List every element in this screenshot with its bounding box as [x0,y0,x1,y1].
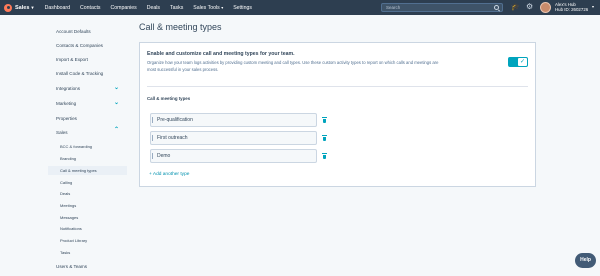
sidebar-subitem-messages[interactable]: Messages [60,215,78,220]
sidebar-subitem-call-meeting-types[interactable]: Call & meeting types [60,168,97,173]
chevron-down-icon: ▾ [31,4,34,10]
type-field-pre-qualification[interactable]: Pre-qualification [150,113,317,127]
search-icon[interactable] [494,5,499,10]
sidebar-subitem-bcc-forwarding[interactable]: BCC & forwarding [60,144,92,149]
sidebar-subitem-product-library[interactable]: Product Library [60,238,87,243]
sidebar-subitem-deals[interactable]: Deals [60,191,70,196]
help-button[interactable]: Help [575,253,596,268]
trash-icon[interactable] [322,153,327,159]
enable-toggle[interactable]: ✓ [508,57,528,67]
nav-contacts[interactable]: Contacts [75,5,105,11]
sidebar-subitem-notifications[interactable]: Notifications [60,226,82,231]
chevron-down-icon[interactable]: ⌄ [114,84,119,91]
sidebar-subitem-tasks[interactable]: Tasks [60,250,70,255]
sidebar-item-properties[interactable]: Properties [56,116,77,121]
sidebar-item-marketing[interactable]: Marketing [56,101,76,106]
page-title: Call & meeting types [139,22,222,32]
sales-hub-menu[interactable]: Sales ▾ [0,0,40,15]
sidebar-item-account-defaults[interactable]: Account Defaults [56,29,91,34]
sidebar-item-install-code[interactable]: Install Code & Tracking [56,71,103,76]
chevron-down-icon[interactable]: ⌄ [114,99,119,106]
sidebar-item-contacts-companies[interactable]: Contacts & Companies [56,43,103,48]
card-description: Organize how your team logs activities b… [147,60,439,72]
hub-id: Hub ID: 2602726 [555,7,589,12]
nav-links: Dashboard Contacts Companies Deals Tasks… [40,0,257,15]
type-field-first-outreach[interactable]: First outreach [150,131,317,145]
account-menu[interactable]: Alex's Hub Hub ID: 2602726 ▾ [555,2,594,13]
section-label: Call & meeting types [147,96,191,101]
trash-icon[interactable] [322,135,327,141]
sidebar-item-integrations[interactable]: Integrations [56,86,80,91]
brand-label: Sales [15,4,30,11]
sidebar-item-import-export[interactable]: Import & Export [56,57,88,62]
add-another-type-link[interactable]: + Add another type [149,172,189,177]
sidebar-item-users-teams[interactable]: Users & Teams [56,264,87,269]
settings-card: Enable and customize call and meeting ty… [139,42,536,187]
nav-tasks[interactable]: Tasks [165,5,188,11]
sidebar-item-sales[interactable]: Sales [56,130,68,135]
nav-deals[interactable]: Deals [142,5,165,11]
checkmark-icon: ✓ [518,58,527,66]
card-heading: Enable and customize call and meeting ty… [147,51,295,57]
chevron-down-icon: ▾ [592,3,595,9]
nav-dashboard[interactable]: Dashboard [40,5,75,11]
avatar[interactable] [540,2,551,13]
nav-sales-tools[interactable]: Sales Tools ▾ [188,5,228,11]
nav-companies[interactable]: Companies [106,5,142,11]
trash-icon[interactable] [322,117,327,123]
divider [147,86,528,87]
nav-sales-tools-label: Sales Tools [193,4,220,11]
nav-settings[interactable]: Settings [228,5,257,11]
chevron-down-icon: ▾ [221,4,224,10]
search-input[interactable] [381,3,503,12]
academy-icon[interactable]: 🎓 [511,4,520,11]
type-field-demo[interactable]: Demo [150,149,317,163]
top-navigation-bar: Sales ▾ Dashboard Contacts Companies Dea… [0,0,600,15]
sidebar-subitem-branding[interactable]: Branding [60,156,76,161]
sidebar-subitem-calling[interactable]: Calling [60,180,72,185]
sidebar-subitem-meetings[interactable]: Meetings [60,203,76,208]
hubspot-logo-icon [4,3,12,12]
gear-icon[interactable]: ⚙ [526,3,533,11]
chevron-up-icon[interactable]: ⌃ [114,126,119,133]
